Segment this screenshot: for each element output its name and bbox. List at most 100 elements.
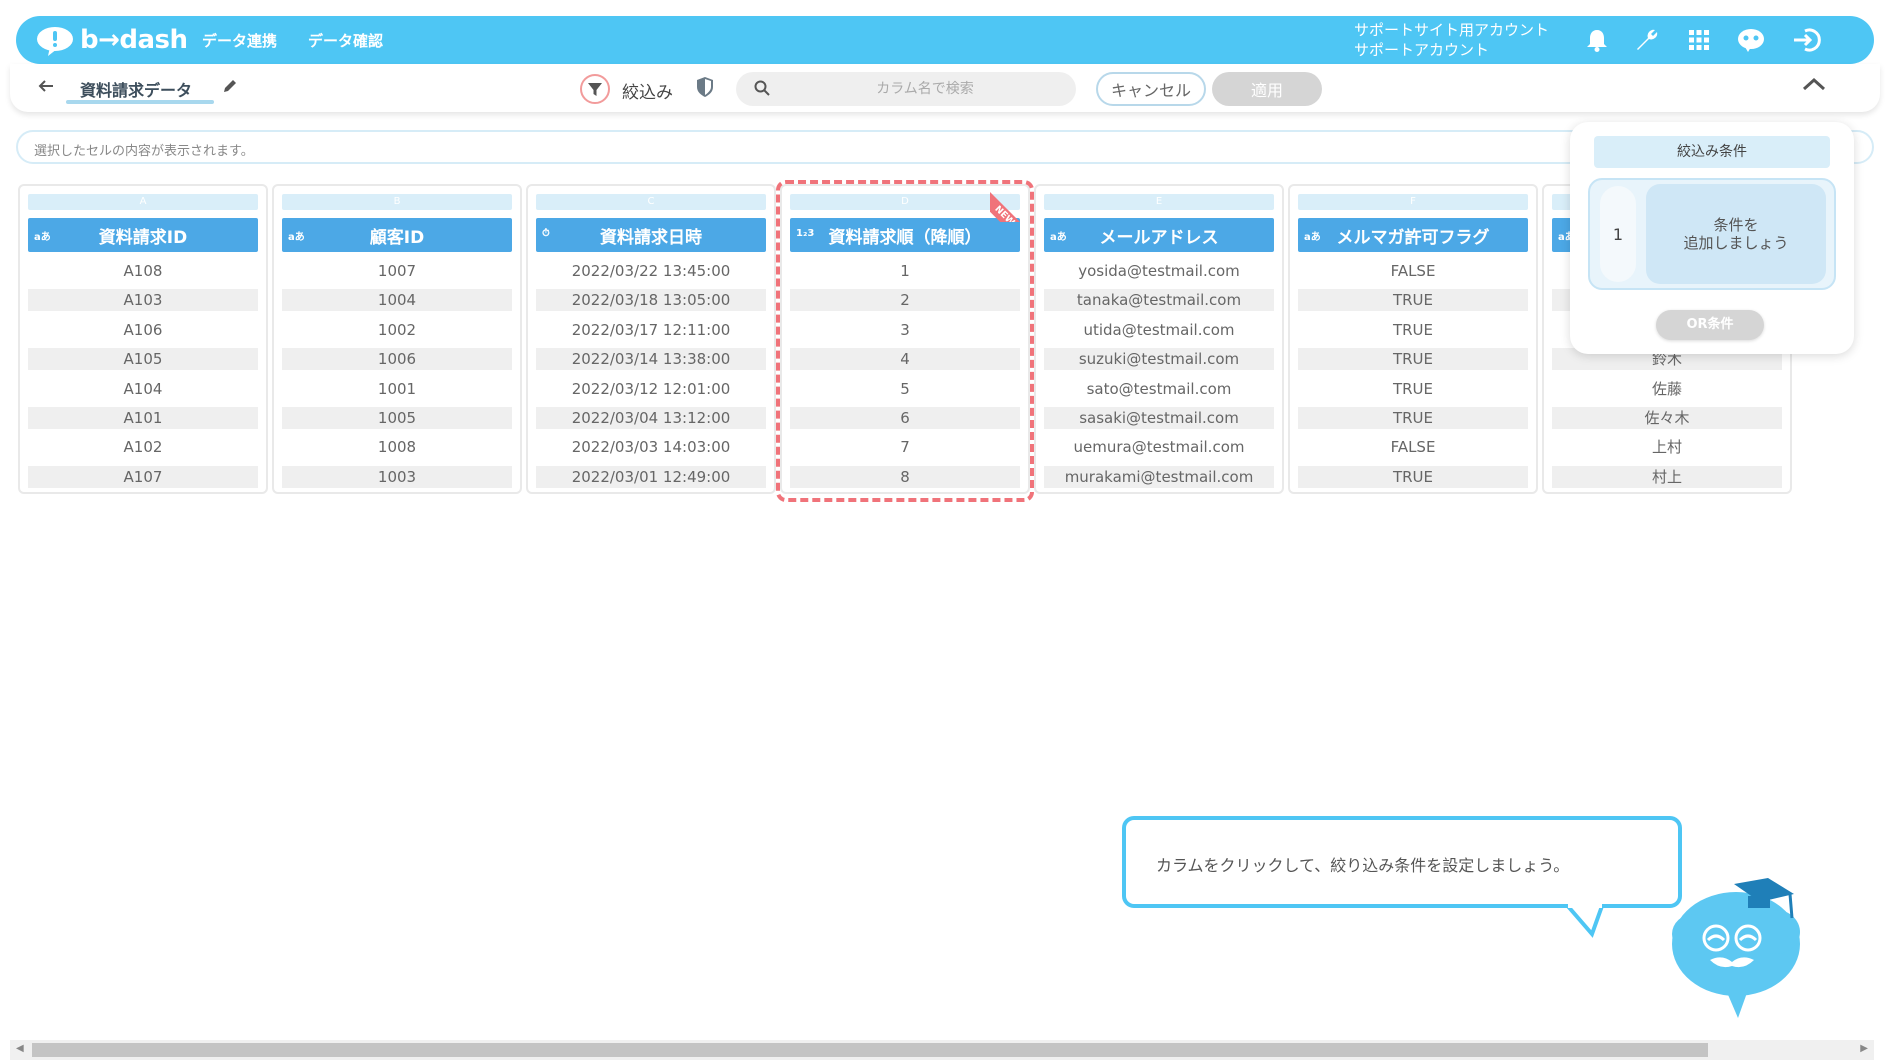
table-cell[interactable]: TRUE: [1298, 348, 1528, 371]
column-header-label: 資料請求ID: [98, 227, 188, 248]
shield-icon[interactable]: [696, 76, 714, 102]
column-header[interactable]: ⏱ 資料請求日時: [536, 218, 766, 252]
table-cell[interactable]: A103: [28, 289, 258, 312]
table-cell[interactable]: A106: [28, 319, 258, 341]
table-cell[interactable]: 2022/03/04 13:12:00: [536, 407, 766, 429]
table-cell[interactable]: 2022/03/01 12:49:00: [536, 465, 766, 488]
filter-condition-panel: 絞込み条件 1 条件を 追加しましょう OR条件: [1570, 122, 1854, 354]
column-e[interactable]: Eaあ メールアドレス yosida@testmail.com tanaka@test…: [1034, 184, 1284, 494]
column-a[interactable]: Aaあ 資料請求ID A108 A103 A106 A105 A104 A101 A102 A10…: [18, 184, 268, 494]
table-cell[interactable]: tanaka@testmail.com: [1044, 289, 1274, 312]
mascot-character-icon: [1664, 874, 1814, 1024]
table-cell[interactable]: 1002: [282, 319, 512, 341]
table-cell[interactable]: FALSE: [1298, 436, 1528, 458]
scrollbar-thumb[interactable]: [32, 1043, 1708, 1057]
table-cell[interactable]: TRUE: [1298, 465, 1528, 488]
table-cell[interactable]: 1007: [282, 260, 512, 282]
table-cell[interactable]: 2022/03/18 13:05:00: [536, 289, 766, 312]
column-header[interactable]: aあ 資料請求ID: [28, 218, 258, 252]
table-cell[interactable]: 村上: [1552, 465, 1782, 488]
chevron-up-icon[interactable]: [1802, 76, 1826, 96]
nav-data-integration[interactable]: データ連携: [202, 30, 277, 51]
add-condition-line2: 追加しましょう: [1683, 234, 1789, 252]
pencil-edit-icon[interactable]: [222, 78, 238, 98]
table-cell[interactable]: 佐藤: [1552, 378, 1782, 400]
back-arrow-icon[interactable]: [38, 77, 54, 98]
logo-text: b→dash: [80, 25, 188, 55]
table-cell[interactable]: 2022/03/03 14:03:00: [536, 436, 766, 458]
add-condition-button[interactable]: 条件を 追加しましょう: [1646, 184, 1826, 284]
or-condition-button[interactable]: OR条件: [1656, 310, 1764, 340]
table-cell[interactable]: sasaki@testmail.com: [1044, 407, 1274, 429]
table-cell[interactable]: yosida@testmail.com: [1044, 260, 1274, 282]
table-cell[interactable]: A108: [28, 260, 258, 282]
table-cell[interactable]: A105: [28, 348, 258, 371]
table-cell[interactable]: sato@testmail.com: [1044, 378, 1274, 400]
table-cell[interactable]: A104: [28, 378, 258, 400]
search-icon: [754, 80, 770, 100]
table-cell[interactable]: 上村: [1552, 436, 1782, 458]
bell-icon[interactable]: [1582, 25, 1612, 55]
logout-icon[interactable]: [1792, 25, 1822, 55]
column-header-label: メールアドレス: [1099, 227, 1219, 248]
column-b[interactable]: Baあ 顧客ID 1007 1004 1002 1006 1001 1005 1008 1003: [272, 184, 522, 494]
cancel-button[interactable]: キャンセル: [1096, 72, 1206, 106]
table-cell[interactable]: 1006: [282, 348, 512, 371]
column-type-icon: aあ: [288, 232, 305, 243]
horizontal-scrollbar[interactable]: ◀ ▶: [10, 1040, 1874, 1060]
column-header-label: 顧客ID: [369, 227, 425, 248]
table-cell[interactable]: 1004: [282, 289, 512, 312]
account-name: サポートアカウント: [1354, 41, 1490, 59]
table-cell[interactable]: 1008: [282, 436, 512, 458]
column-search-input[interactable]: [780, 72, 1070, 106]
wrench-icon[interactable]: [1632, 25, 1662, 55]
table-cell[interactable]: 1005: [282, 407, 512, 429]
table-cell[interactable]: TRUE: [1298, 378, 1528, 400]
table-title: 資料請求データ: [80, 81, 193, 100]
table-cell[interactable]: uemura@testmail.com: [1044, 436, 1274, 458]
nav-data-check[interactable]: データ確認: [308, 30, 383, 51]
column-header[interactable]: aあ メールアドレス: [1044, 218, 1274, 252]
table-cell[interactable]: 2022/03/12 12:01:00: [536, 378, 766, 400]
column-c[interactable]: C ⏱ 資料請求日時 2022/03/22 13:45:00 2022/03/18 13…: [526, 184, 776, 494]
bdash-logo[interactable]: b→dash: [34, 22, 188, 58]
scroll-left-icon[interactable]: ◀: [16, 1043, 24, 1054]
table-cell[interactable]: 2022/03/22 13:45:00: [536, 260, 766, 282]
condition-panel-title: 絞込み条件: [1594, 136, 1830, 168]
table-cell[interactable]: TRUE: [1298, 407, 1528, 429]
cell-content-placeholder: 選択したセルの内容が表示されます。: [34, 144, 254, 159]
new-badge: NEW: [990, 182, 1030, 222]
column-header-label: メルマガ許可フラグ: [1336, 227, 1490, 248]
column-letter: F: [1298, 194, 1528, 210]
grid-menu-icon[interactable]: [1684, 25, 1714, 55]
table-cell[interactable]: 佐々木: [1552, 407, 1782, 429]
table-cell[interactable]: TRUE: [1298, 319, 1528, 341]
column-header-label: 資料請求日時: [600, 227, 702, 248]
column-header[interactable]: aあ メルマガ許可フラグ: [1298, 218, 1528, 252]
apply-button[interactable]: 適用: [1212, 72, 1322, 106]
column-type-icon: aあ: [34, 232, 51, 243]
table-cell[interactable]: FALSE: [1298, 260, 1528, 282]
column-f[interactable]: Faあ メルマガ許可フラグ FALSE TRUE TRUE TRUE TRUE TRUE FAL…: [1288, 184, 1538, 494]
scroll-right-icon[interactable]: ▶: [1860, 1043, 1868, 1054]
hint-bubble: カラムをクリックして、絞り込み条件を設定しましょう。: [1122, 816, 1682, 938]
table-cell[interactable]: 1001: [282, 378, 512, 400]
new-column-highlight: [776, 180, 1034, 502]
table-cell[interactable]: TRUE: [1298, 289, 1528, 312]
table-cell[interactable]: 2022/03/17 12:11:00: [536, 319, 766, 341]
support-mascot-icon[interactable]: [1736, 25, 1766, 55]
filter-funnel-icon[interactable]: [580, 74, 610, 104]
table-cell[interactable]: A102: [28, 436, 258, 458]
account-site-label: サポートサイト用アカウント: [1354, 21, 1550, 39]
table-cell[interactable]: suzuki@testmail.com: [1044, 348, 1274, 371]
table-cell[interactable]: murakami@testmail.com: [1044, 465, 1274, 488]
column-header[interactable]: aあ 顧客ID: [282, 218, 512, 252]
filter-label: 絞込み: [622, 83, 673, 103]
table-cell[interactable]: A107: [28, 465, 258, 488]
table-cell[interactable]: utida@testmail.com: [1044, 319, 1274, 341]
table-cell[interactable]: A101: [28, 407, 258, 429]
table-cell[interactable]: 2022/03/14 13:38:00: [536, 348, 766, 371]
account-info[interactable]: サポートサイト用アカウント サポートアカウント: [1354, 20, 1549, 60]
table-cell[interactable]: 1003: [282, 465, 512, 488]
condition-number: 1: [1600, 186, 1636, 282]
